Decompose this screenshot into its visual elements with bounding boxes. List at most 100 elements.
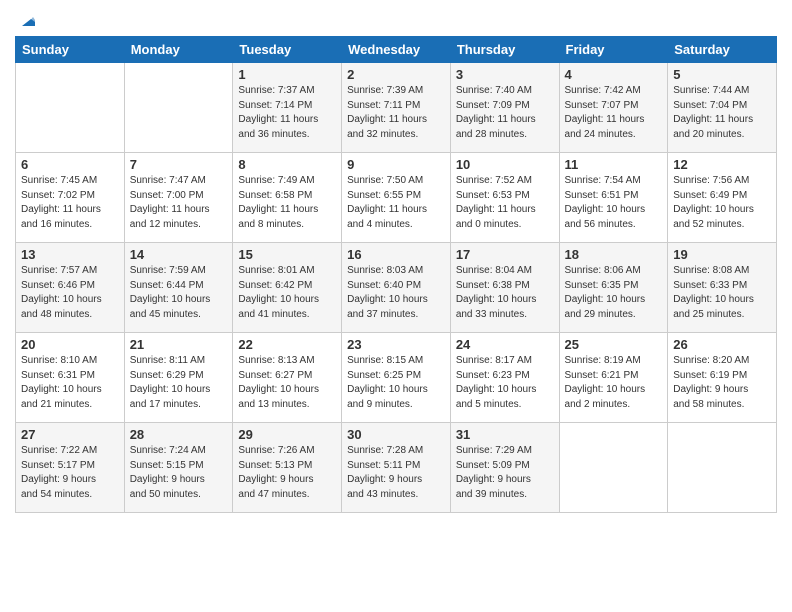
calendar-cell: 17Sunrise: 8:04 AM Sunset: 6:38 PM Dayli… — [450, 243, 559, 333]
day-info: Sunrise: 7:39 AM Sunset: 7:11 PM Dayligh… — [347, 84, 445, 142]
day-info: Sunrise: 7:42 AM Sunset: 7:07 PM Dayligh… — [565, 84, 663, 142]
day-info: Sunrise: 7:26 AM Sunset: 5:13 PM Dayligh… — [238, 444, 336, 502]
day-number: 29 — [238, 427, 336, 442]
day-number: 18 — [565, 247, 663, 262]
day-number: 8 — [238, 157, 336, 172]
day-number: 20 — [21, 337, 119, 352]
calendar-cell: 5 Sunrise: 7:44 AM Sunset: 7:04 PM Daylig… — [668, 63, 777, 153]
header-day-monday: Monday — [124, 37, 233, 63]
day-number: 9 — [347, 157, 445, 172]
calendar-cell: 30 Sunrise: 7:28 AM Sunset: 5:11 PM Dayli… — [342, 423, 451, 513]
logo-text — [15, 10, 35, 30]
logo — [15, 10, 35, 30]
calendar-cell: 19 Sunrise: 8:08 AM Sunset: 6:33 PM Dayli… — [668, 243, 777, 333]
day-info: Sunrise: 8:08 AM Sunset: 6:33 PM Dayligh… — [673, 264, 771, 322]
day-number: 13 — [21, 247, 119, 262]
day-info: Sunrise: 7:50 AM Sunset: 6:55 PM Dayligh… — [347, 174, 445, 232]
day-number: 23 — [347, 337, 445, 352]
calendar-cell — [668, 423, 777, 513]
calendar-body: 1Sunrise: 7:37 AM Sunset: 7:14 PM Daylig… — [16, 63, 777, 513]
calendar-cell: 3 Sunrise: 7:40 AM Sunset: 7:09 PM Daylig… — [450, 63, 559, 153]
calendar-header: SundayMondayTuesdayWednesdayThursdayFrid… — [16, 37, 777, 63]
logo-icon — [17, 12, 35, 30]
calendar-cell: 22Sunrise: 8:13 AM Sunset: 6:27 PM Dayli… — [233, 333, 342, 423]
day-info: Sunrise: 7:45 AM Sunset: 7:02 PM Dayligh… — [21, 174, 119, 232]
day-number: 19 — [673, 247, 771, 262]
calendar-cell: 24 Sunrise: 8:17 AM Sunset: 6:23 PM Dayli… — [450, 333, 559, 423]
calendar-cell: 8Sunrise: 7:49 AM Sunset: 6:58 PM Daylig… — [233, 153, 342, 243]
day-info: Sunrise: 7:47 AM Sunset: 7:00 PM Dayligh… — [130, 174, 228, 232]
day-info: Sunrise: 8:10 AM Sunset: 6:31 PM Dayligh… — [21, 354, 119, 412]
day-number: 24 — [456, 337, 554, 352]
page-header — [15, 10, 777, 30]
calendar-cell: 14Sunrise: 7:59 AM Sunset: 6:44 PM Dayli… — [124, 243, 233, 333]
day-number: 12 — [673, 157, 771, 172]
calendar-cell: 6 Sunrise: 7:45 AM Sunset: 7:02 PM Daylig… — [16, 153, 125, 243]
calendar-cell: 12Sunrise: 7:56 AM Sunset: 6:49 PM Dayli… — [668, 153, 777, 243]
week-row-2: 6 Sunrise: 7:45 AM Sunset: 7:02 PM Daylig… — [16, 153, 777, 243]
day-number: 30 — [347, 427, 445, 442]
calendar-cell: 18 Sunrise: 8:06 AM Sunset: 6:35 PM Dayli… — [559, 243, 668, 333]
day-number: 5 — [673, 67, 771, 82]
week-row-3: 13 Sunrise: 7:57 AM Sunset: 6:46 PM Dayli… — [16, 243, 777, 333]
day-info: Sunrise: 8:19 AM Sunset: 6:21 PM Dayligh… — [565, 354, 663, 412]
calendar-cell: 11 Sunrise: 7:54 AM Sunset: 6:51 PM Dayli… — [559, 153, 668, 243]
calendar-cell: 31 Sunrise: 7:29 AM Sunset: 5:09 PM Dayli… — [450, 423, 559, 513]
week-row-5: 27Sunrise: 7:22 AM Sunset: 5:17 PM Dayli… — [16, 423, 777, 513]
day-info: Sunrise: 7:37 AM Sunset: 7:14 PM Dayligh… — [238, 84, 336, 142]
day-number: 25 — [565, 337, 663, 352]
calendar-table: SundayMondayTuesdayWednesdayThursdayFrid… — [15, 36, 777, 513]
calendar-cell: 28 Sunrise: 7:24 AM Sunset: 5:15 PM Dayli… — [124, 423, 233, 513]
calendar-cell: 9 Sunrise: 7:50 AM Sunset: 6:55 PM Daylig… — [342, 153, 451, 243]
day-number: 28 — [130, 427, 228, 442]
calendar-cell: 1Sunrise: 7:37 AM Sunset: 7:14 PM Daylig… — [233, 63, 342, 153]
week-row-1: 1Sunrise: 7:37 AM Sunset: 7:14 PM Daylig… — [16, 63, 777, 153]
day-number: 11 — [565, 157, 663, 172]
header-day-saturday: Saturday — [668, 37, 777, 63]
day-number: 15 — [238, 247, 336, 262]
page-container: SundayMondayTuesdayWednesdayThursdayFrid… — [0, 0, 792, 523]
day-info: Sunrise: 7:24 AM Sunset: 5:15 PM Dayligh… — [130, 444, 228, 502]
calendar-cell — [559, 423, 668, 513]
day-number: 16 — [347, 247, 445, 262]
day-info: Sunrise: 7:52 AM Sunset: 6:53 PM Dayligh… — [456, 174, 554, 232]
calendar-cell: 15 Sunrise: 8:01 AM Sunset: 6:42 PM Dayli… — [233, 243, 342, 333]
day-info: Sunrise: 8:04 AM Sunset: 6:38 PM Dayligh… — [456, 264, 554, 322]
day-info: Sunrise: 7:57 AM Sunset: 6:46 PM Dayligh… — [21, 264, 119, 322]
day-number: 22 — [238, 337, 336, 352]
day-info: Sunrise: 8:03 AM Sunset: 6:40 PM Dayligh… — [347, 264, 445, 322]
calendar-cell: 4 Sunrise: 7:42 AM Sunset: 7:07 PM Daylig… — [559, 63, 668, 153]
calendar-cell: 29 Sunrise: 7:26 AM Sunset: 5:13 PM Dayli… — [233, 423, 342, 513]
header-day-wednesday: Wednesday — [342, 37, 451, 63]
day-number: 6 — [21, 157, 119, 172]
calendar-cell — [16, 63, 125, 153]
day-info: Sunrise: 7:22 AM Sunset: 5:17 PM Dayligh… — [21, 444, 119, 502]
week-row-4: 20 Sunrise: 8:10 AM Sunset: 6:31 PM Dayli… — [16, 333, 777, 423]
day-number: 7 — [130, 157, 228, 172]
day-info: Sunrise: 7:29 AM Sunset: 5:09 PM Dayligh… — [456, 444, 554, 502]
day-number: 14 — [130, 247, 228, 262]
calendar-cell: 7 Sunrise: 7:47 AM Sunset: 7:00 PM Daylig… — [124, 153, 233, 243]
day-info: Sunrise: 7:44 AM Sunset: 7:04 PM Dayligh… — [673, 84, 771, 142]
day-info: Sunrise: 8:15 AM Sunset: 6:25 PM Dayligh… — [347, 354, 445, 412]
header-row: SundayMondayTuesdayWednesdayThursdayFrid… — [16, 37, 777, 63]
calendar-cell: 2Sunrise: 7:39 AM Sunset: 7:11 PM Daylig… — [342, 63, 451, 153]
day-number: 4 — [565, 67, 663, 82]
day-number: 21 — [130, 337, 228, 352]
calendar-cell: 16 Sunrise: 8:03 AM Sunset: 6:40 PM Dayli… — [342, 243, 451, 333]
day-info: Sunrise: 8:17 AM Sunset: 6:23 PM Dayligh… — [456, 354, 554, 412]
day-info: Sunrise: 8:06 AM Sunset: 6:35 PM Dayligh… — [565, 264, 663, 322]
day-number: 3 — [456, 67, 554, 82]
day-info: Sunrise: 7:28 AM Sunset: 5:11 PM Dayligh… — [347, 444, 445, 502]
day-number: 26 — [673, 337, 771, 352]
day-info: Sunrise: 8:01 AM Sunset: 6:42 PM Dayligh… — [238, 264, 336, 322]
day-info: Sunrise: 7:40 AM Sunset: 7:09 PM Dayligh… — [456, 84, 554, 142]
header-day-tuesday: Tuesday — [233, 37, 342, 63]
calendar-cell: 21Sunrise: 8:11 AM Sunset: 6:29 PM Dayli… — [124, 333, 233, 423]
day-info: Sunrise: 7:54 AM Sunset: 6:51 PM Dayligh… — [565, 174, 663, 232]
calendar-cell: 23 Sunrise: 8:15 AM Sunset: 6:25 PM Dayli… — [342, 333, 451, 423]
calendar-cell: 13 Sunrise: 7:57 AM Sunset: 6:46 PM Dayli… — [16, 243, 125, 333]
calendar-cell: 20 Sunrise: 8:10 AM Sunset: 6:31 PM Dayli… — [16, 333, 125, 423]
header-day-sunday: Sunday — [16, 37, 125, 63]
day-number: 31 — [456, 427, 554, 442]
